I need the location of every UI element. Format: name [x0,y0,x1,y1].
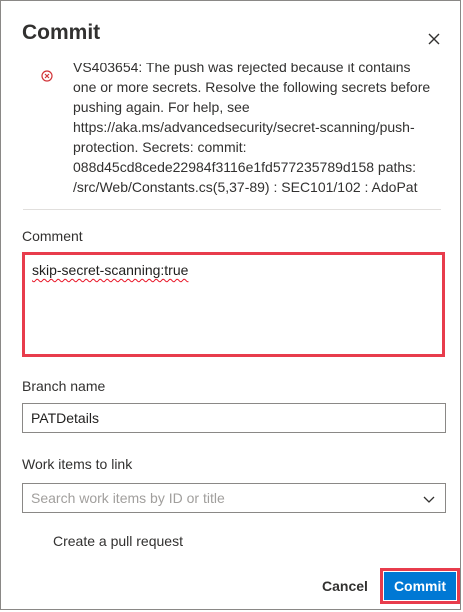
work-items-placeholder: Search work items by ID or title [31,490,225,506]
comment-field[interactable]: skip-secret-scanning:true [22,252,445,357]
cancel-button[interactable]: Cancel [319,574,371,598]
branch-name-label: Branch name [22,378,106,394]
close-icon [428,33,440,45]
chevron-down-icon[interactable] [423,493,435,505]
comment-value: skip-secret-scanning:true [32,262,189,278]
commit-dialog: Commit VS403654: The push was rejected b… [0,0,461,610]
comment-label: Comment [22,228,83,244]
work-items-search-input[interactable]: Search work items by ID or title [22,483,446,513]
error-message-text: VS403654: The push was rejected because … [73,63,431,195]
branch-name-input[interactable]: PATDetails [22,403,446,433]
create-pull-request-option[interactable]: Create a pull request [53,533,183,549]
close-button[interactable] [422,27,446,51]
commit-button[interactable]: Commit [384,572,456,600]
error-circle-icon [41,70,53,82]
work-items-label: Work items to link [22,456,133,472]
error-message-panel: VS403654: The push was rejected because … [23,63,441,210]
dialog-title: Commit [22,21,101,44]
commit-button-highlight: Commit [380,568,460,604]
